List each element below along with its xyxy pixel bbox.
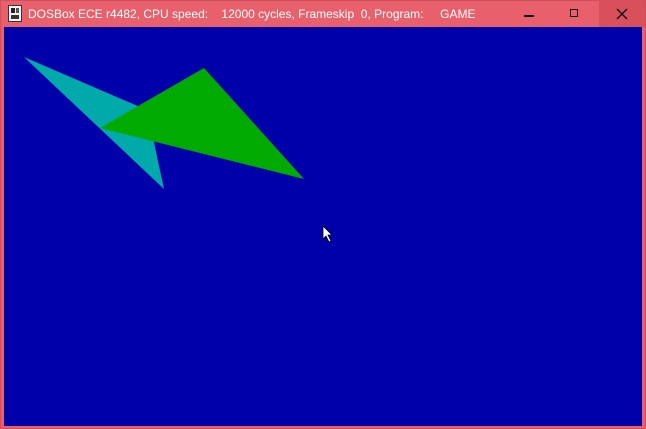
close-button[interactable] [599, 1, 645, 27]
game-screen[interactable] [4, 27, 642, 426]
maximize-icon [570, 9, 578, 17]
minimize-icon [524, 15, 534, 17]
mouse-pointer-icon [322, 225, 333, 243]
maximize-button[interactable] [552, 1, 598, 27]
dosbox-app-icon[interactable] [8, 5, 22, 22]
title-bar[interactable]: DOSBox ECE r4482, CPU speed: 12000 cycle… [1, 1, 645, 27]
close-icon [616, 8, 628, 20]
dosbox-window: DOSBox ECE r4482, CPU speed: 12000 cycle… [0, 0, 646, 429]
game-canvas[interactable] [4, 27, 642, 426]
window-title: DOSBox ECE r4482, CPU speed: 12000 cycle… [28, 7, 476, 21]
minimize-button[interactable] [506, 1, 552, 27]
green-triangle [100, 68, 304, 179]
